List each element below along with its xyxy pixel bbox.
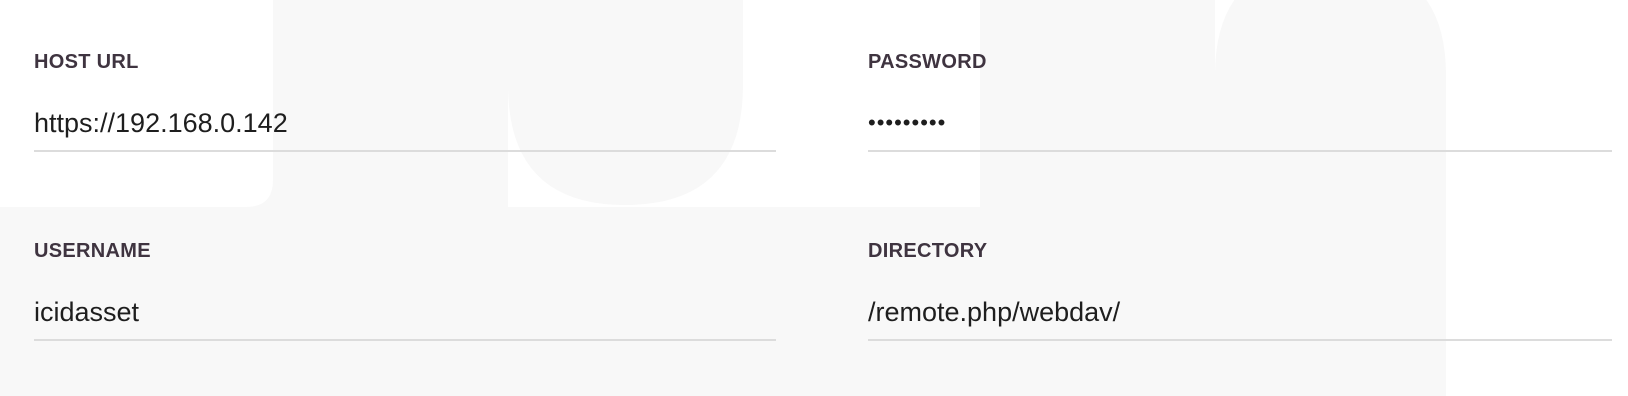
webdav-settings-form: HOST URL PASSWORD USERNAME DIRECTORY (0, 0, 1628, 396)
username-label: USERNAME (34, 240, 151, 262)
password-label: PASSWORD (868, 51, 987, 73)
host-url-label: HOST URL (34, 51, 139, 73)
username-input[interactable] (34, 295, 776, 341)
password-input[interactable] (868, 106, 1612, 152)
directory-label: DIRECTORY (868, 240, 988, 262)
password-field: PASSWORD (868, 50, 1612, 152)
host-url-input[interactable] (34, 106, 776, 152)
directory-field: DIRECTORY (868, 239, 1612, 341)
username-field: USERNAME (34, 239, 776, 341)
directory-input[interactable] (868, 295, 1612, 341)
host-url-field: HOST URL (34, 50, 776, 152)
